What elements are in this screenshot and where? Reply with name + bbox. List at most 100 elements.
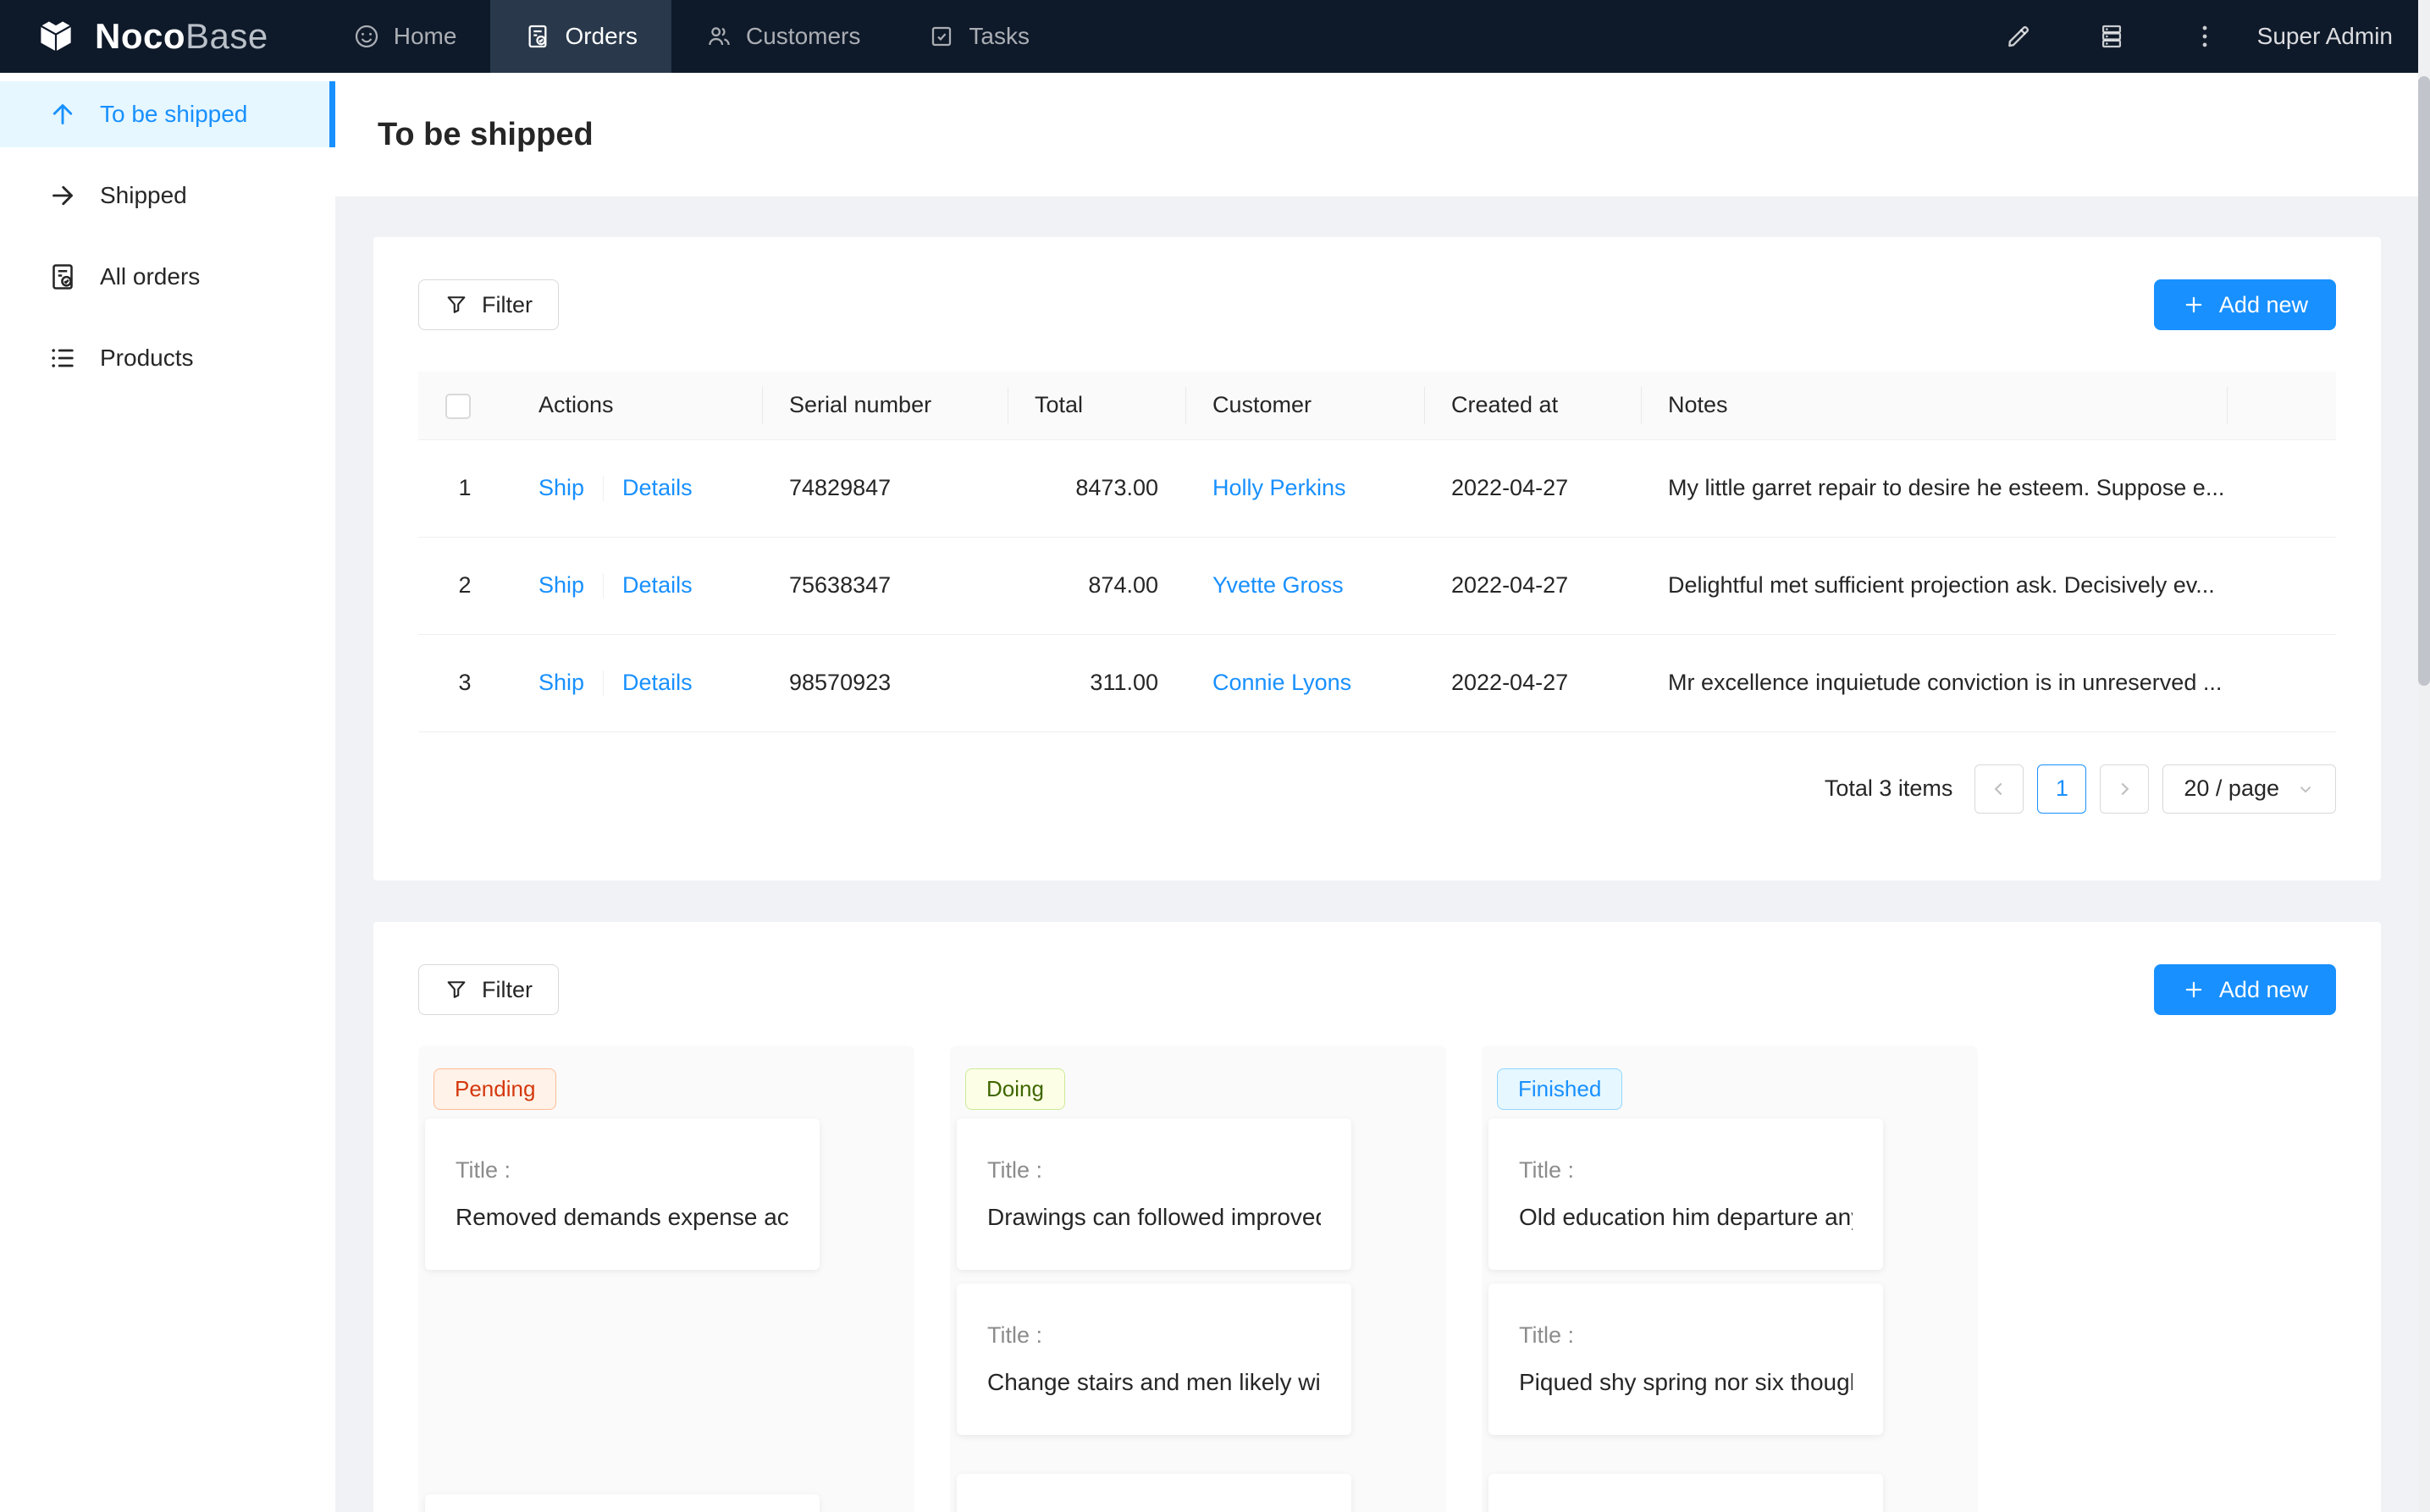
filter-button-label: Filter (482, 292, 533, 318)
card-field-label: Title : (987, 1322, 1321, 1349)
arrow-up-icon (47, 99, 78, 130)
sidebar-item-label: All orders (100, 263, 200, 290)
order-document-icon (524, 23, 551, 50)
column-header-empty (2227, 372, 2336, 439)
serial-number-cell: 74829847 (762, 439, 1008, 537)
user-menu[interactable]: Super Admin (2257, 23, 2393, 50)
kanban-card[interactable]: Title : Change stairs and men likely wis… (957, 1283, 1351, 1435)
customer-link[interactable]: Yvette Gross (1212, 572, 1344, 598)
total-cell: 311.00 (1008, 634, 1185, 731)
table-row: 2 ShipDetails 75638347 874.00 Yvette Gro… (418, 537, 2336, 634)
ship-link[interactable]: Ship (538, 572, 584, 598)
card-title-value: Old education him departure any arra... (1519, 1204, 1853, 1231)
top-navigation-bar: NocoBase Home Orders (0, 0, 2430, 73)
row-actions: Ship Details (511, 634, 762, 731)
kanban-column-doing: Doing Title : Drawings can followed impr… (950, 1046, 1446, 1512)
page-size-select[interactable]: 20 / page (2162, 764, 2336, 814)
chevron-down-icon (2296, 780, 2315, 798)
card-field-label: Title : (1519, 1322, 1853, 1349)
brand-name-bold: Noco (95, 16, 185, 56)
ui-editor-highlighter-icon[interactable] (2003, 21, 2034, 52)
status-tag-finished: Finished (1497, 1068, 1622, 1110)
status-tag-pending: Pending (434, 1068, 556, 1110)
kanban-filter-button-label: Filter (482, 977, 533, 1003)
page-scrollbar-thumb[interactable] (2418, 76, 2430, 686)
topbar-right-actions: Super Admin (2003, 0, 2430, 73)
document-check-icon (47, 262, 78, 292)
serial-number-cell: 98570923 (762, 634, 1008, 731)
created-at-cell: 2022-04-27 (1424, 634, 1641, 731)
details-link[interactable]: Details (622, 572, 693, 598)
notes-cell: Delightful met sufficient projection ask… (1641, 537, 2227, 634)
page-scrollbar-track[interactable] (2418, 0, 2430, 1512)
pagination-next-button[interactable] (2100, 764, 2149, 814)
sidebar-item-label: To be shipped (100, 101, 247, 128)
kanban-add-new-button-label: Add new (2219, 977, 2308, 1003)
row-actions: Ship Details (511, 537, 762, 634)
tab-tasks[interactable]: Tasks (894, 0, 1063, 73)
serial-number-cell: 75638347 (762, 537, 1008, 634)
column-header-actions: Actions (511, 372, 762, 439)
customer-cell: Yvette Gross (1185, 537, 1424, 634)
kanban-column-pending: Pending Title : Removed demands expense … (418, 1046, 914, 1512)
row-index: 3 (418, 634, 511, 731)
ship-link[interactable]: Ship (538, 670, 584, 695)
empty-cell (2227, 439, 2336, 537)
kanban-card-partial[interactable] (425, 1494, 820, 1512)
row-index: 2 (418, 537, 511, 634)
add-new-button[interactable]: Add new (2154, 279, 2336, 330)
action-divider (603, 670, 604, 696)
pagination-page-1[interactable]: 1 (2037, 764, 2086, 814)
plus-icon (2182, 978, 2206, 1002)
customer-cell: Holly Perkins (1185, 439, 1424, 537)
customer-link[interactable]: Connie Lyons (1212, 670, 1351, 695)
kanban-board: Pending Title : Removed demands expense … (418, 1046, 2336, 1512)
customer-cell: Connie Lyons (1185, 634, 1424, 731)
funnel-icon (445, 978, 468, 1002)
tab-orders[interactable]: Orders (490, 0, 671, 73)
main-nav-tabs: Home Orders Customers (319, 0, 1063, 73)
arrow-right-icon (47, 180, 78, 211)
page-title: To be shipped (378, 117, 594, 153)
brand-name-light: Base (185, 16, 268, 56)
details-link[interactable]: Details (622, 670, 693, 695)
table-row: 3 Ship Details 98570923 311.00 Connie Lyo… (418, 634, 2336, 731)
kebab-menu-icon[interactable] (2190, 21, 2220, 52)
tab-home[interactable]: Home (319, 0, 491, 73)
customer-link[interactable]: Holly Perkins (1212, 475, 1346, 500)
pagination-total: Total 3 items (1825, 775, 1953, 802)
kanban-card[interactable]: Title : Piqued shy spring nor six though… (1488, 1283, 1883, 1435)
sidebar-item-products[interactable]: Products (0, 325, 335, 391)
kanban-filter-button[interactable]: Filter (418, 964, 559, 1015)
select-all-checkbox[interactable] (445, 394, 471, 419)
server-icon[interactable] (2096, 21, 2127, 52)
created-at-cell: 2022-04-27 (1424, 537, 1641, 634)
sidebar-item-to-be-shipped[interactable]: To be shipped (0, 81, 335, 147)
brand-logo[interactable]: NocoBase (0, 0, 319, 73)
sidebar-item-shipped[interactable]: Shipped (0, 163, 335, 229)
kanban-card[interactable]: Title : Old education him departure any … (1488, 1118, 1883, 1270)
kanban-add-new-button[interactable]: Add new (2154, 964, 2336, 1015)
tab-customers[interactable]: Customers (671, 0, 894, 73)
column-header-customer: Customer (1185, 372, 1424, 439)
details-link[interactable]: Details (622, 475, 693, 500)
tab-home-label: Home (394, 23, 457, 50)
orders-toolbar: Filter Add new (418, 279, 2336, 330)
filter-button[interactable]: Filter (418, 279, 559, 330)
plus-icon (2182, 293, 2206, 317)
pagination-prev-button[interactable] (1974, 764, 2024, 814)
kanban-card-partial[interactable] (1488, 1474, 1883, 1512)
tab-orders-label: Orders (565, 23, 638, 50)
tasks-kanban-card: Filter Add new Pending Title : Removed d… (373, 922, 2381, 1512)
kanban-card-list: Title : Drawings can followed improved o… (950, 1118, 1446, 1512)
sidebar-item-all-orders[interactable]: All orders (0, 244, 335, 310)
kanban-card[interactable]: Title : Drawings can followed improved o… (957, 1118, 1351, 1270)
ship-link[interactable]: Ship (538, 475, 584, 500)
column-header-created-at: Created at (1424, 372, 1641, 439)
tab-customers-label: Customers (746, 23, 860, 50)
kanban-card-partial[interactable] (957, 1474, 1351, 1512)
orders-table: Actions Serial number Total Customer Cre… (418, 372, 2336, 732)
kanban-card[interactable]: Title : Removed demands expense account … (425, 1118, 820, 1270)
smiley-icon (353, 23, 380, 50)
card-field-label: Title : (1519, 1157, 1853, 1184)
